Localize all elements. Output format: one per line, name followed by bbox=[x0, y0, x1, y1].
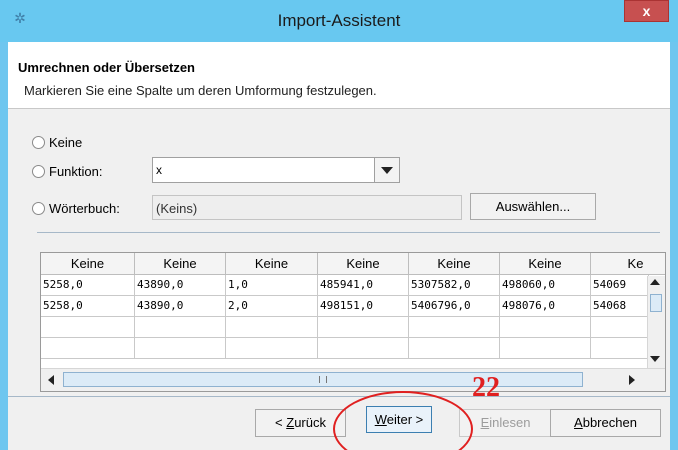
preview-table[interactable]: Keine Keine Keine Keine Keine Keine Ke 5… bbox=[40, 252, 666, 392]
back-button-mnemonic: Z bbox=[286, 415, 295, 430]
table-cell[interactable]: 5307582,0 bbox=[409, 275, 500, 296]
annotation-number: 22 bbox=[472, 372, 500, 403]
column-header[interactable]: Keine bbox=[318, 253, 409, 275]
back-button-prefix: < bbox=[275, 415, 287, 430]
footer-divider bbox=[8, 396, 670, 397]
column-header[interactable]: Keine bbox=[226, 253, 318, 275]
table-cell[interactable]: 485941,0 bbox=[318, 275, 409, 296]
dropdown-button[interactable] bbox=[374, 158, 399, 182]
table-cell[interactable] bbox=[226, 317, 318, 338]
page-subtitle: Markieren Sie eine Spalte um deren Umfor… bbox=[24, 83, 377, 98]
next-button[interactable]: Weiter > bbox=[366, 406, 432, 433]
table-cell[interactable] bbox=[591, 338, 649, 359]
table-cell[interactable] bbox=[226, 338, 318, 359]
radio-circle[interactable] bbox=[32, 165, 45, 178]
grip-icon bbox=[319, 376, 327, 383]
back-button-label: urück bbox=[294, 415, 326, 430]
scroll-down-arrow-icon[interactable] bbox=[650, 356, 660, 362]
import-wizard-window: ✲ Import-Assistent x Umrechnen oder Über… bbox=[0, 0, 678, 450]
column-header[interactable]: Keine bbox=[500, 253, 591, 275]
table-cell[interactable]: 498151,0 bbox=[318, 296, 409, 317]
table-cell[interactable] bbox=[318, 317, 409, 338]
title-bar[interactable]: ✲ Import-Assistent x bbox=[0, 0, 678, 42]
table-cell[interactable]: 5406796,0 bbox=[409, 296, 500, 317]
import-button-mnemonic: E bbox=[480, 415, 490, 430]
table-cell[interactable] bbox=[135, 317, 226, 338]
window-title: Import-Assistent bbox=[277, 11, 401, 30]
cancel-button-label: bbrechen bbox=[582, 415, 637, 430]
import-button[interactable]: Einlesen bbox=[459, 409, 552, 437]
scrollbar-thumb[interactable] bbox=[650, 294, 662, 312]
scroll-left-arrow-icon[interactable] bbox=[48, 375, 54, 385]
table-cell[interactable]: 2,0 bbox=[226, 296, 318, 317]
column-header[interactable]: Ke bbox=[591, 253, 665, 275]
column-header[interactable]: Keine bbox=[135, 253, 226, 275]
next-button-mnemonic: W bbox=[374, 412, 387, 427]
table-cell[interactable] bbox=[41, 338, 135, 359]
table-cell[interactable] bbox=[318, 338, 409, 359]
table-cell[interactable]: 5258,0 bbox=[41, 275, 135, 296]
scroll-up-arrow-icon[interactable] bbox=[650, 279, 660, 285]
table-cell[interactable] bbox=[500, 338, 591, 359]
table-cell[interactable] bbox=[409, 338, 500, 359]
radio-none-label: Keine bbox=[49, 135, 83, 150]
back-button[interactable]: < Zurück bbox=[255, 409, 346, 437]
radio-circle[interactable] bbox=[32, 136, 45, 149]
chevron-down-icon bbox=[381, 166, 393, 174]
header-panel: Umrechnen oder Übersetzen Markieren Sie … bbox=[8, 42, 670, 108]
table-cell[interactable]: 43890,0 bbox=[135, 296, 226, 317]
table-header: Keine Keine Keine Keine Keine Keine Ke bbox=[41, 253, 665, 275]
table-cell[interactable]: 498076,0 bbox=[500, 296, 591, 317]
scrollbar-thumb[interactable] bbox=[63, 372, 583, 387]
radio-dictionary-label: Wörterbuch: bbox=[49, 201, 120, 216]
table-cell[interactable]: 498060,0 bbox=[500, 275, 591, 296]
table-cell[interactable] bbox=[409, 317, 500, 338]
radio-function-label: Funktion: bbox=[49, 164, 103, 179]
table-cell[interactable] bbox=[591, 317, 649, 338]
dictionary-value: (Keins) bbox=[156, 201, 198, 216]
function-combobox[interactable]: x bbox=[152, 157, 400, 183]
scroll-right-arrow-icon[interactable] bbox=[629, 375, 635, 385]
choose-button[interactable]: Auswählen... bbox=[470, 193, 596, 220]
table-cell[interactable] bbox=[41, 317, 135, 338]
column-header[interactable]: Keine bbox=[41, 253, 135, 275]
function-value: x bbox=[156, 163, 162, 177]
table-cell[interactable]: 1,0 bbox=[226, 275, 318, 296]
dictionary-field: (Keins) bbox=[152, 195, 462, 220]
radio-circle[interactable] bbox=[32, 202, 45, 215]
table-cell[interactable] bbox=[500, 317, 591, 338]
table-cell[interactable] bbox=[135, 338, 226, 359]
next-button-label: eiter > bbox=[386, 412, 424, 427]
table-cell[interactable]: 43890,0 bbox=[135, 275, 226, 296]
close-button[interactable]: x bbox=[624, 0, 669, 22]
horizontal-scrollbar[interactable] bbox=[41, 368, 665, 391]
cancel-button-mnemonic: A bbox=[574, 415, 583, 430]
separator bbox=[37, 232, 660, 233]
table-cell[interactable]: 54068 bbox=[591, 296, 649, 317]
cancel-button[interactable]: Abbrechen bbox=[550, 409, 661, 437]
column-header[interactable]: Keine bbox=[409, 253, 500, 275]
vertical-scrollbar[interactable] bbox=[647, 276, 665, 369]
table-cell[interactable]: 5258,0 bbox=[41, 296, 135, 317]
table-cell[interactable]: 54069 bbox=[591, 275, 649, 296]
page-title: Umrechnen oder Übersetzen bbox=[18, 60, 195, 75]
import-button-label: inlesen bbox=[489, 415, 531, 430]
